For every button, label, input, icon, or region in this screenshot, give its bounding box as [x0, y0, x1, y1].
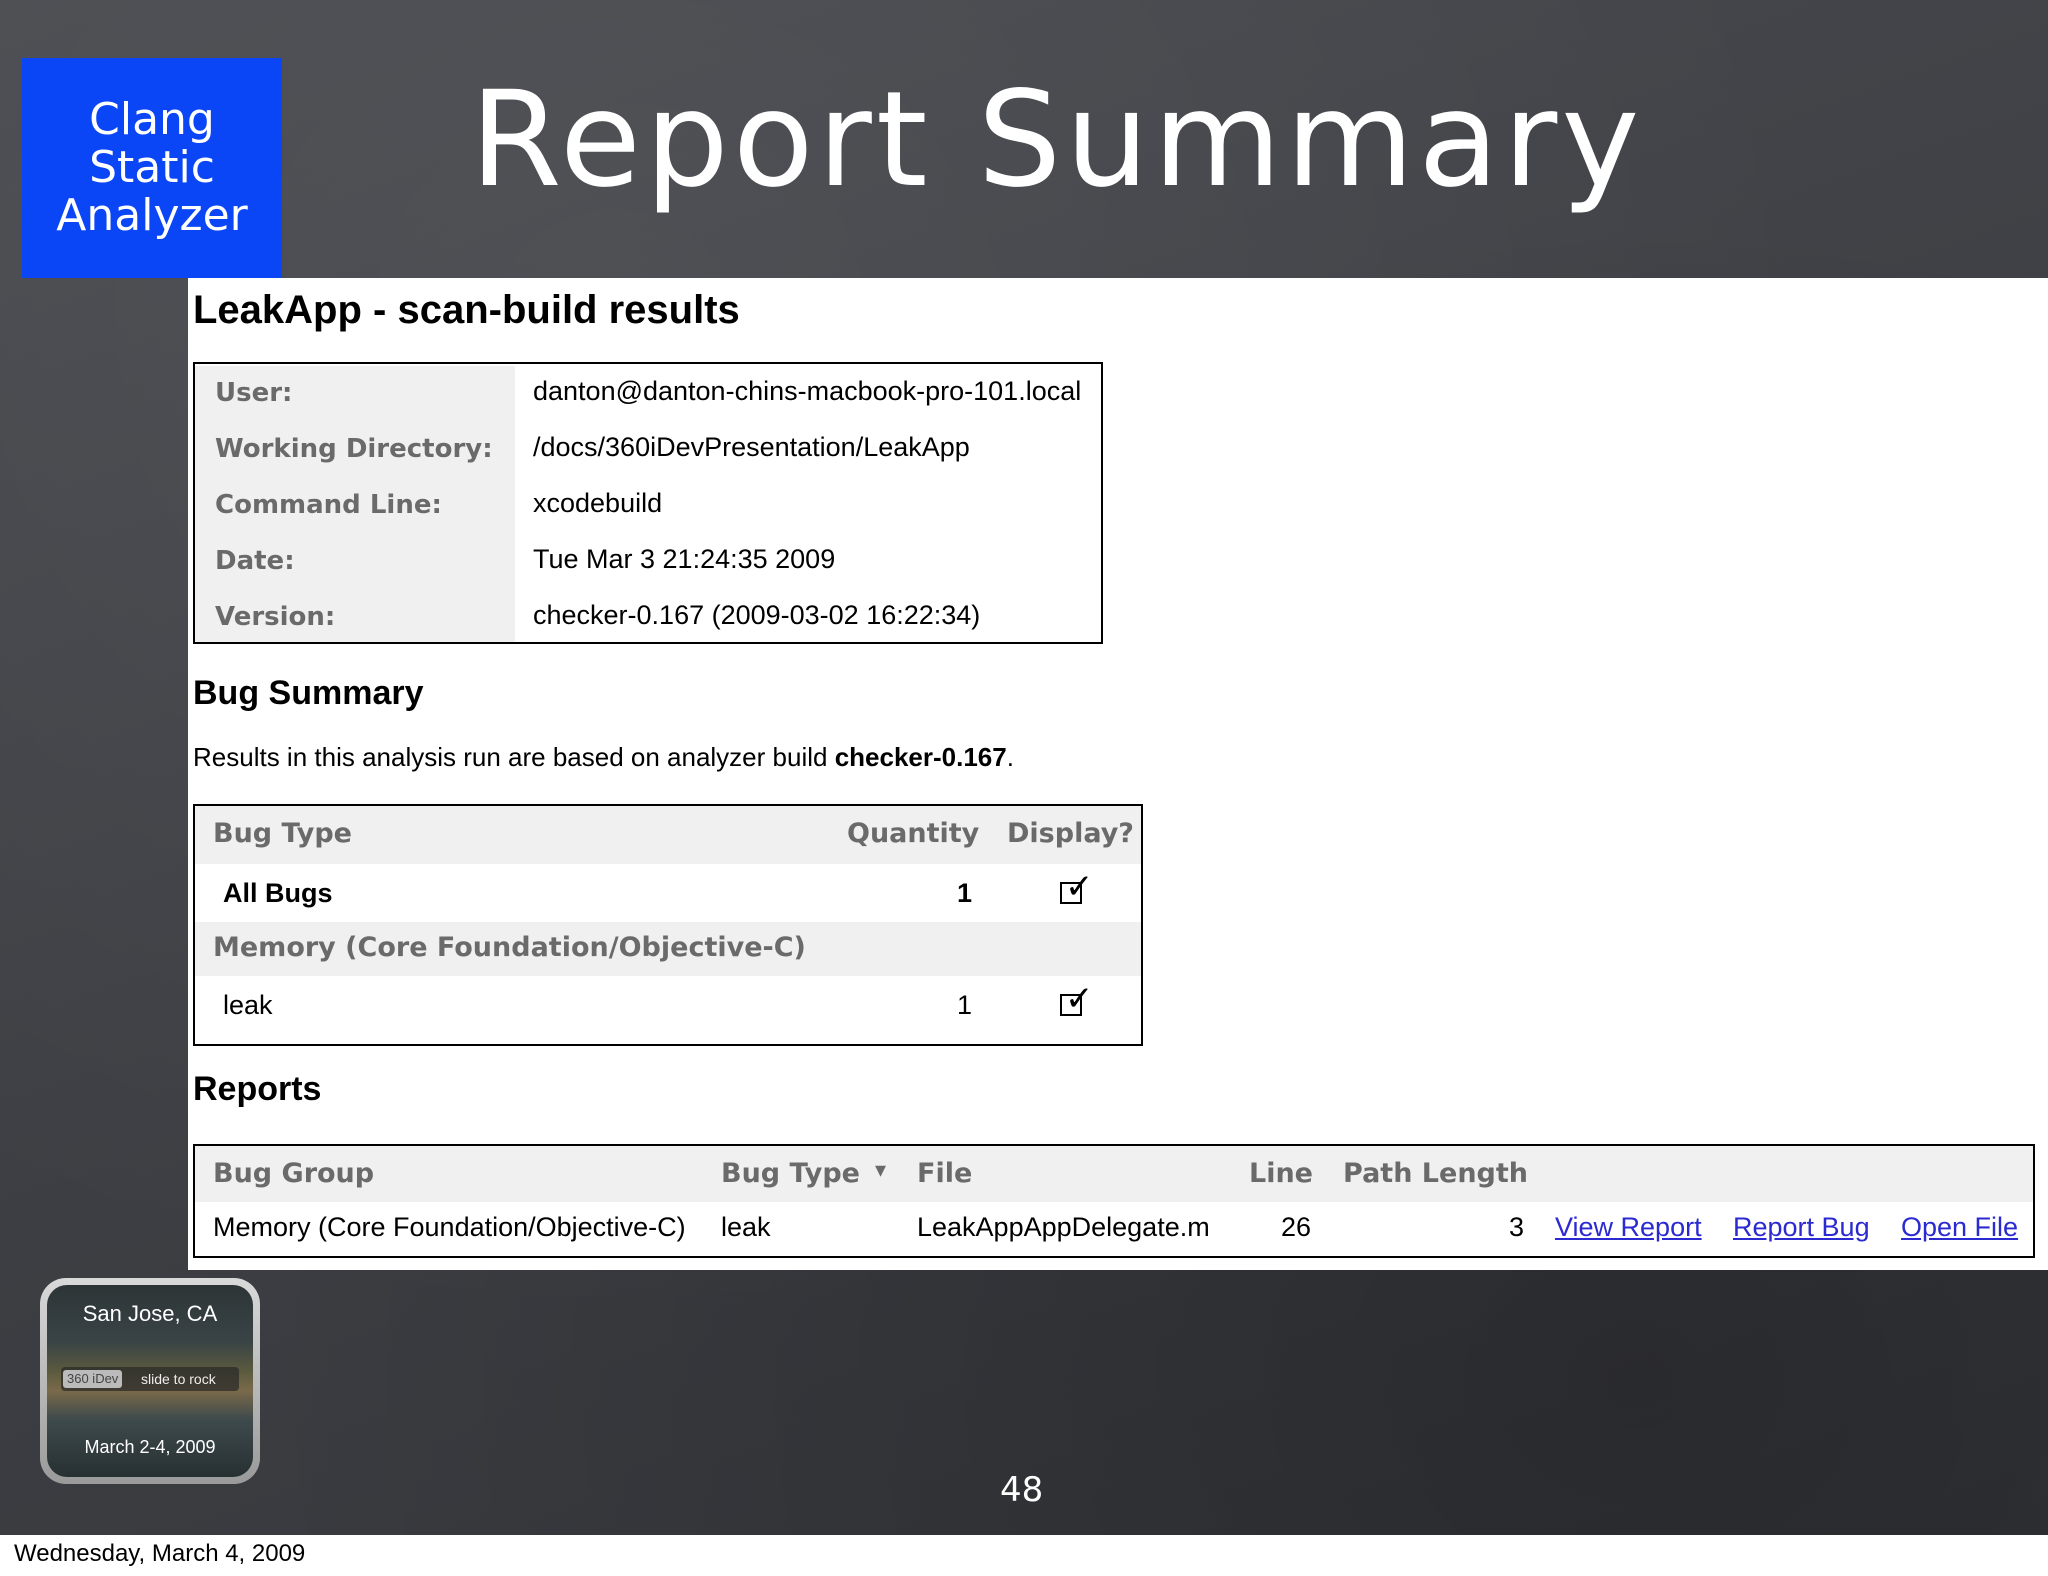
bug-type-label: All Bugs — [223, 878, 333, 908]
bug-type-label: leak — [223, 990, 273, 1020]
report-file: LeakAppAppDelegate.m — [917, 1212, 1210, 1242]
info-value: danton@danton-chins-macbook-pro-101.loca… — [533, 376, 1082, 406]
report-row: Memory (Core Foundation/Objective-C) lea… — [195, 1202, 2033, 1256]
info-row-version: Version: checker-0.167 (2009-03-02 16:22… — [195, 590, 1101, 642]
conference-city: San Jose, CA — [82, 1301, 218, 1326]
bug-summary-text-prefix: Results in this analysis run are based o… — [193, 742, 835, 772]
reports-heading: Reports — [193, 1070, 322, 1108]
view-report-link[interactable]: View Report — [1555, 1212, 1702, 1243]
info-key: Date: — [195, 534, 515, 590]
reports-table: Bug Group Bug Type ▾ File Line Path Leng… — [193, 1144, 2035, 1258]
conference-badge-screen: San Jose, CA 360 iDev slide to rock Marc… — [47, 1285, 253, 1477]
bug-summary-text: Results in this analysis run are based o… — [193, 742, 1014, 773]
build-info-table: User: danton@danton-chins-macbook-pro-10… — [193, 362, 1103, 644]
info-row-command-line: Command Line: xcodebuild — [195, 478, 1101, 534]
column-quantity: Quantity — [847, 818, 980, 849]
report-bug-link[interactable]: Report Bug — [1733, 1212, 1870, 1243]
reports-header-row: Bug Group Bug Type ▾ File Line Path Leng… — [195, 1146, 2033, 1202]
conference-dates: March 2-4, 2009 — [84, 1437, 216, 1457]
info-key: Working Directory: — [195, 422, 515, 478]
conference-slide-text: slide to rock — [141, 1371, 216, 1387]
info-value: checker-0.167 (2009-03-02 16:22:34) — [533, 600, 981, 630]
check-icon: ✓ — [1065, 979, 1094, 1019]
info-row-date: Date: Tue Mar 3 21:24:35 2009 — [195, 534, 1101, 590]
info-key: Command Line: — [195, 478, 515, 534]
bug-summary-header-row: Bug Type Quantity Display? — [195, 806, 1141, 864]
bug-quantity: 1 — [957, 878, 973, 908]
report-bug-group: Memory (Core Foundation/Objective-C) — [213, 1212, 686, 1242]
bug-summary-heading: Bug Summary — [193, 674, 424, 712]
scan-build-report-page: LeakApp - scan-build results User: danto… — [188, 278, 2048, 1270]
report-bug-type: leak — [721, 1212, 771, 1242]
column-bug-type: Bug Type — [213, 818, 352, 849]
info-key: Version: — [195, 590, 515, 642]
badge-line-1: Clang — [89, 94, 215, 145]
display-leak-checkbox[interactable]: ✓ — [1060, 982, 1094, 1016]
page-number: 48 — [1000, 1470, 1044, 1510]
badge-line-2: Static — [89, 142, 215, 193]
info-row-working-directory: Working Directory: /docs/360iDevPresenta… — [195, 422, 1101, 478]
conference-logo: 360 iDev — [63, 1370, 123, 1388]
bug-group-label: Memory (Core Foundation/Objective-C) — [213, 932, 806, 963]
info-row-user: User: danton@danton-chins-macbook-pro-10… — [195, 366, 1101, 422]
bug-summary-row-leak: leak 1 ✓ — [195, 976, 1141, 1044]
column-file[interactable]: File — [917, 1158, 972, 1189]
open-file-link[interactable]: Open File — [1901, 1212, 2018, 1243]
clang-static-analyzer-badge: Clang Static Analyzer — [22, 58, 282, 278]
bug-summary-text-suffix: . — [1006, 742, 1014, 772]
report-path-length: 3 — [1509, 1212, 1525, 1242]
slide-background: Clang Static Analyzer Report Summary Lea… — [0, 0, 2048, 1535]
column-display: Display? — [1007, 818, 1134, 849]
report-heading: LeakApp - scan-build results — [193, 288, 740, 332]
column-path-length[interactable]: Path Length — [1343, 1158, 1528, 1189]
bug-summary-group-row: Memory (Core Foundation/Objective-C) — [195, 922, 1141, 976]
bug-quantity: 1 — [957, 990, 973, 1020]
slide-title: Report Summary — [470, 63, 1644, 217]
footer-date: Wednesday, March 4, 2009 — [14, 1540, 306, 1567]
sort-indicator-icon: ▾ — [875, 1158, 887, 1183]
badge-line-3: Analyzer — [56, 190, 248, 241]
info-value: /docs/360iDevPresentation/LeakApp — [533, 432, 970, 462]
column-bug-group[interactable]: Bug Group — [213, 1158, 374, 1189]
report-line: 26 — [1281, 1212, 1312, 1242]
conference-badge: San Jose, CA 360 iDev slide to rock Marc… — [40, 1278, 260, 1484]
bug-summary-build-name: checker-0.167 — [834, 742, 1007, 772]
info-value: Tue Mar 3 21:24:35 2009 — [533, 544, 836, 574]
bug-summary-table: Bug Type Quantity Display? All Bugs 1 ✓ … — [193, 804, 1143, 1046]
check-icon: ✓ — [1065, 867, 1094, 907]
info-value: xcodebuild — [533, 488, 663, 518]
column-bug-type[interactable]: Bug Type — [721, 1158, 860, 1189]
display-all-bugs-checkbox[interactable]: ✓ — [1060, 870, 1094, 904]
conference-slider: 360 iDev slide to rock — [61, 1367, 239, 1391]
bug-summary-row-all-bugs: All Bugs 1 ✓ — [195, 864, 1141, 922]
column-line[interactable]: Line — [1249, 1158, 1313, 1189]
info-key: User: — [195, 366, 515, 422]
